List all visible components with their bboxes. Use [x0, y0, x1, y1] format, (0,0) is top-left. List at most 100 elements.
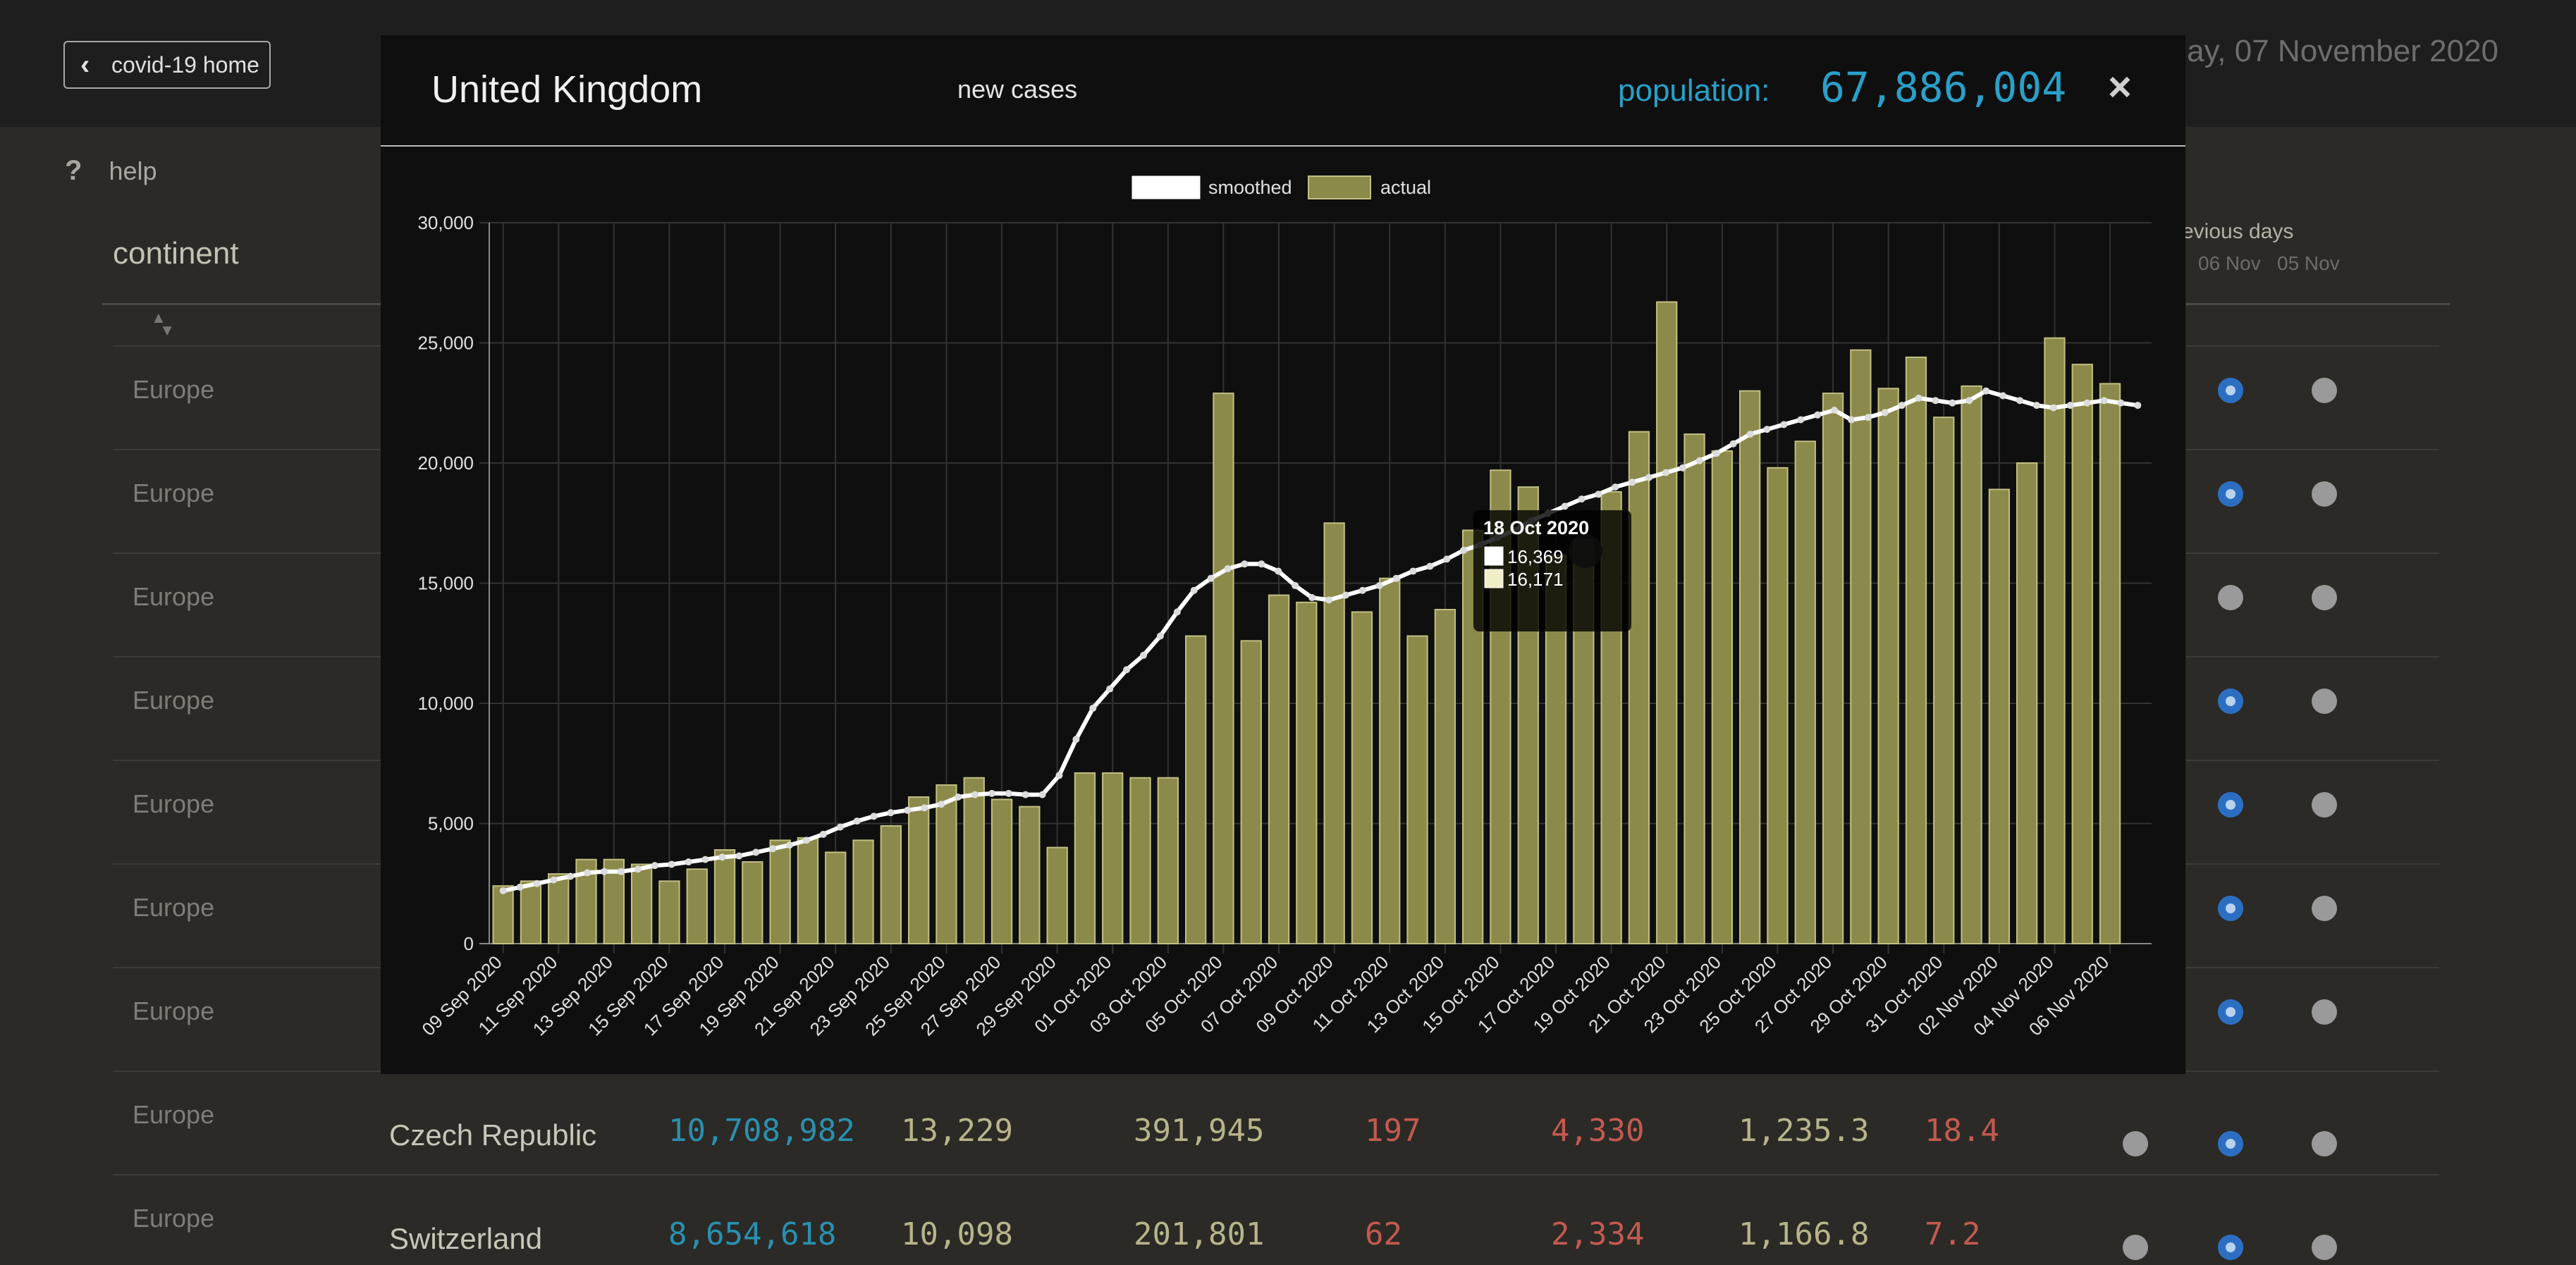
bar-actual — [880, 825, 902, 945]
bar-actual — [908, 796, 930, 944]
bar-actual — [1046, 846, 1068, 944]
deaths-per-million-cell: 18.4 — [1925, 1113, 1999, 1149]
day-select-radio[interactable] — [2218, 999, 2243, 1025]
smoothed-point — [1982, 387, 1990, 395]
smoothed-point — [2066, 402, 2074, 409]
legend-label-smoothed: smoothed — [1208, 177, 1292, 198]
smoothed-point — [1612, 483, 1619, 491]
day-select-radio[interactable] — [2123, 1235, 2148, 1260]
table-row[interactable]: Europe Czech Republic 10,708,982 13,229 391,… — [113, 1070, 2439, 1174]
day-select-radio[interactable] — [2312, 689, 2337, 714]
day-select-radio[interactable] — [2218, 792, 2243, 817]
smoothed-point — [1814, 411, 1822, 419]
continent-cell: Europe — [133, 582, 215, 611]
question-icon: ? — [65, 155, 82, 186]
day-select-radio[interactable] — [2312, 1131, 2337, 1156]
smoothed-point — [853, 817, 861, 825]
day-select-radio[interactable] — [2312, 896, 2337, 921]
covid-home-button[interactable]: ‹ covid-19 home — [63, 41, 271, 89]
smoothed-point — [1729, 440, 1737, 448]
smoothed-point — [819, 830, 827, 838]
help-link[interactable]: ? help — [65, 155, 157, 187]
smoothed-point — [2083, 399, 2091, 407]
table-row[interactable]: Europe Switzerland 8,654,618 10,098 201,801 6… — [113, 1174, 2439, 1265]
smoothed-point — [1123, 666, 1131, 674]
continent-cell: Europe — [133, 375, 215, 404]
y-tick-label: 20,000 — [417, 452, 474, 474]
day-select-radio[interactable] — [2123, 1131, 2148, 1156]
smoothed-point — [1712, 450, 1720, 457]
smoothed-point — [1375, 581, 1383, 589]
bar-actual — [1240, 640, 1262, 945]
population-cell: 8,654,618 — [668, 1216, 837, 1252]
smoothed-point — [1679, 464, 1686, 471]
y-tick-label: 30,000 — [417, 212, 474, 233]
day-select-radio[interactable] — [2312, 481, 2337, 507]
day-select-radio[interactable] — [2218, 585, 2243, 610]
total-cases-cell: 201,801 — [1134, 1216, 1265, 1252]
day-select-radio[interactable] — [2312, 1235, 2337, 1260]
tooltip-swatch-smoothed — [1484, 546, 1504, 566]
bar-actual — [1351, 611, 1373, 944]
bar-actual — [769, 839, 791, 944]
smoothed-point — [1207, 574, 1215, 582]
smoothed-point — [1881, 409, 1889, 416]
country-cell: Switzerland — [389, 1222, 543, 1255]
bar-actual — [492, 885, 514, 945]
smoothed-point — [2032, 402, 2040, 409]
smoothed-point — [1965, 397, 1973, 405]
day-select-radio[interactable] — [2218, 378, 2243, 403]
smoothed-point — [1443, 555, 1451, 563]
day-select-radio[interactable] — [2312, 792, 2337, 817]
day-select-radio[interactable] — [2218, 1131, 2243, 1156]
smoothed-point — [1629, 479, 1636, 486]
smoothed-point — [1156, 632, 1164, 640]
total-cases-cell: 391,945 — [1134, 1113, 1265, 1149]
tooltip-value-actual: 16,171 — [1507, 569, 1564, 590]
smoothed-point — [1308, 593, 1316, 601]
day-select-radio[interactable] — [2312, 585, 2337, 610]
bar-actual — [2044, 337, 2066, 944]
continent-cell: Europe — [133, 996, 215, 1025]
bar-actual — [1157, 777, 1179, 944]
bar-actual — [1905, 356, 1927, 944]
smoothed-point — [550, 876, 558, 884]
bar-actual — [2016, 462, 2038, 944]
sort-arrows-icon[interactable]: ▲ ▼ — [151, 310, 175, 338]
previous-days-header: evious days — [2182, 220, 2294, 243]
day-select-radio[interactable] — [2218, 896, 2243, 921]
smoothed-point — [584, 869, 591, 877]
bar-actual — [797, 837, 819, 944]
smoothed-point — [752, 849, 760, 856]
smoothed-point — [1358, 586, 1366, 594]
day-select-radio[interactable] — [2312, 999, 2337, 1025]
cases-per-million-cell: 1,166.8 — [1738, 1216, 1870, 1252]
smoothed-point — [1898, 402, 1906, 409]
smoothed-point — [1847, 416, 1855, 424]
smoothed-point — [1695, 457, 1703, 464]
smoothed-point — [1932, 397, 1939, 405]
bar-actual — [1379, 577, 1401, 944]
legend-swatch-actual — [1308, 175, 1371, 199]
day-col-header: 05 Nov — [2277, 252, 2340, 274]
day-select-radio[interactable] — [2218, 689, 2243, 714]
smoothed-point — [1190, 586, 1198, 594]
day-select-radio[interactable] — [2218, 481, 2243, 507]
smoothed-point — [1258, 560, 1265, 568]
bar-actual — [1961, 385, 1982, 944]
bar-actual — [658, 880, 680, 944]
day-select-radio[interactable] — [2312, 378, 2337, 403]
smoothed-point — [938, 801, 945, 808]
day-select-radio[interactable] — [2218, 1235, 2243, 1260]
smoothed-point — [1224, 565, 1232, 573]
smoothed-point — [1055, 772, 1063, 779]
continent-header[interactable]: continent — [113, 236, 239, 271]
tooltip-swatch-actual — [1484, 569, 1504, 588]
new-cases-cell: 10,098 — [901, 1216, 1013, 1252]
tooltip-value-smoothed: 16,369 — [1507, 546, 1564, 567]
smoothed-point — [1292, 581, 1299, 589]
smoothed-point — [1561, 502, 1569, 510]
cases-per-million-cell: 1,235.3 — [1738, 1113, 1870, 1149]
bar-actual — [1656, 301, 1678, 944]
continent-cell: Europe — [133, 1204, 215, 1233]
